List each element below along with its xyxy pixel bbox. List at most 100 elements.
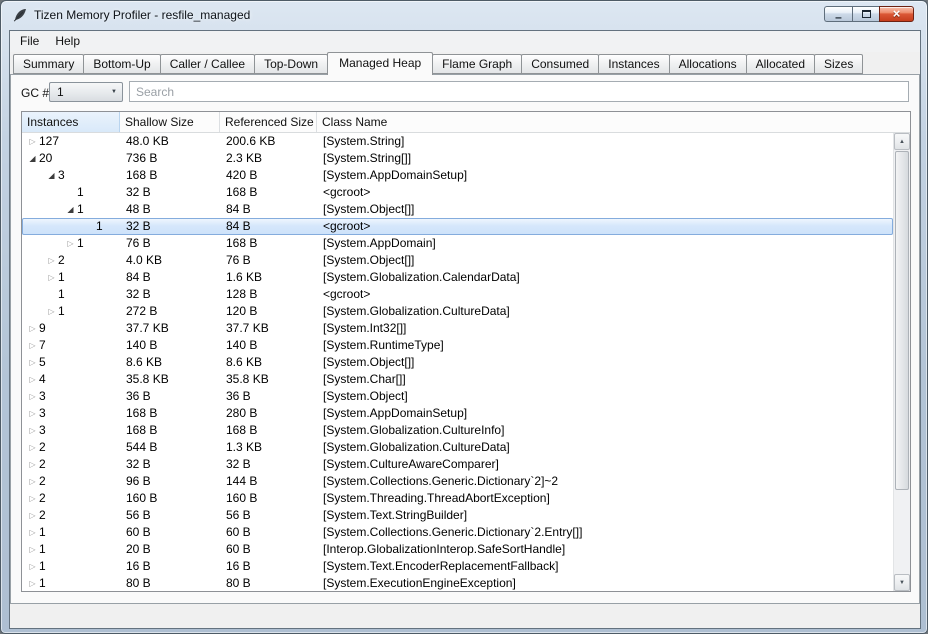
table-row[interactable]: ▷296 B144 B[System.Collections.Generic.D… [22, 473, 893, 490]
table-row[interactable]: ▷7140 B140 B[System.RuntimeType] [22, 337, 893, 354]
tab-flame-graph[interactable]: Flame Graph [432, 54, 522, 74]
menu-item-file[interactable]: File [12, 32, 47, 51]
referenced-size-cell: 32 B [220, 456, 317, 473]
instances-count: 1 [39, 558, 46, 575]
expander-expanded-icon[interactable]: ◢ [64, 201, 77, 218]
table-row[interactable]: ▷937.7 KB37.7 KB[System.Int32[]] [22, 320, 893, 337]
vertical-scrollbar[interactable]: ▲ ▼ [893, 133, 910, 591]
chevron-down-icon: ▼ [106, 89, 122, 95]
titlebar[interactable]: Tizen Memory Profiler - resfile_managed … [1, 1, 927, 30]
expander-collapsed-icon[interactable]: ▷ [26, 337, 39, 354]
gc-combobox[interactable]: 1 ▼ [49, 82, 123, 102]
instances-cell: ▷1 [22, 524, 120, 541]
expander-collapsed-icon[interactable]: ▷ [26, 388, 39, 405]
expander-collapsed-icon[interactable]: ▷ [26, 133, 39, 150]
scrollbar-track[interactable] [894, 150, 910, 574]
table-row[interactable]: ▷3168 B168 B[System.Globalization.Cultur… [22, 422, 893, 439]
search-input[interactable] [129, 81, 909, 102]
tab-managed-heap[interactable]: Managed Heap [327, 52, 433, 75]
table-row[interactable]: ◢20736 B2.3 KB[System.String[]] [22, 150, 893, 167]
table-row[interactable]: ▷184 B1.6 KB[System.Globalization.Calend… [22, 269, 893, 286]
table-row[interactable]: ▷12748.0 KB200.6 KB[System.String] [22, 133, 893, 150]
tab-allocated[interactable]: Allocated [746, 54, 815, 74]
expander-collapsed-icon[interactable]: ▷ [26, 439, 39, 456]
maximize-button[interactable] [852, 6, 879, 22]
scroll-up-button[interactable]: ▲ [894, 133, 910, 150]
table-row[interactable]: 132 B84 B<gcroot> [22, 218, 893, 235]
table-row[interactable]: ▷256 B56 B[System.Text.StringBuilder] [22, 507, 893, 524]
referenced-size-cell: 56 B [220, 507, 317, 524]
table-row[interactable]: ▷3168 B280 B[System.AppDomainSetup] [22, 405, 893, 422]
close-button[interactable]: × [879, 6, 914, 22]
table-row[interactable]: ▷232 B32 B[System.CultureAwareComparer] [22, 456, 893, 473]
expander-expanded-icon[interactable]: ◢ [45, 167, 58, 184]
shallow-size-cell: 140 B [120, 337, 220, 354]
class-name-cell: [System.Char[]] [317, 371, 893, 388]
table-row[interactable]: ▷2544 B1.3 KB[System.Globalization.Cultu… [22, 439, 893, 456]
expander-collapsed-icon[interactable]: ▷ [26, 320, 39, 337]
table-row[interactable]: ▷58.6 KB8.6 KB[System.Object[]] [22, 354, 893, 371]
table-row[interactable]: ▷116 B16 B[System.Text.EncoderReplacemen… [22, 558, 893, 575]
referenced-size-cell: 84 B [220, 201, 317, 218]
instances-cell: ▷7 [22, 337, 120, 354]
tab-consumed[interactable]: Consumed [521, 54, 599, 74]
scrollbar-thumb[interactable] [895, 151, 909, 490]
table-header: Instances Shallow Size Referenced Size C… [22, 112, 910, 133]
shallow-size-cell: 35.8 KB [120, 371, 220, 388]
table-row[interactable]: ◢148 B84 B[System.Object[]] [22, 201, 893, 218]
shallow-size-cell: 8.6 KB [120, 354, 220, 371]
expander-collapsed-icon[interactable]: ▷ [26, 490, 39, 507]
table-row[interactable]: ▷435.8 KB35.8 KB[System.Char[]] [22, 371, 893, 388]
expander-collapsed-icon[interactable]: ▷ [45, 252, 58, 269]
table-row[interactable]: ▷2160 B160 B[System.Threading.ThreadAbor… [22, 490, 893, 507]
expander-collapsed-icon[interactable]: ▷ [64, 235, 77, 252]
table-row[interactable]: 132 B168 B<gcroot> [22, 184, 893, 201]
table-row[interactable]: ▷1272 B120 B[System.Globalization.Cultur… [22, 303, 893, 320]
tab-top-down[interactable]: Top-Down [254, 54, 328, 74]
tab-bottom-up[interactable]: Bottom-Up [83, 54, 160, 74]
expander-collapsed-icon[interactable]: ▷ [26, 422, 39, 439]
table-row[interactable]: 132 B128 B<gcroot> [22, 286, 893, 303]
class-name-cell: [System.Collections.Generic.Dictionary`2… [317, 473, 893, 490]
referenced-size-cell: 168 B [220, 184, 317, 201]
instances-cell: ◢20 [22, 150, 120, 167]
table-row[interactable]: ▷336 B36 B[System.Object] [22, 388, 893, 405]
expander-collapsed-icon[interactable]: ▷ [26, 371, 39, 388]
column-header-instances[interactable]: Instances [22, 112, 120, 132]
table-row[interactable]: ◢3168 B420 B[System.AppDomainSetup] [22, 167, 893, 184]
table-row[interactable]: ▷176 B168 B[System.AppDomain] [22, 235, 893, 252]
table-row[interactable]: ▷120 B60 B[Interop.GlobalizationInterop.… [22, 541, 893, 558]
referenced-size-cell: 128 B [220, 286, 317, 303]
column-header-shallow-size[interactable]: Shallow Size [120, 112, 220, 132]
scroll-down-button[interactable]: ▼ [894, 574, 910, 591]
tab-sizes[interactable]: Sizes [814, 54, 863, 74]
menu-item-help[interactable]: Help [47, 32, 88, 51]
minimize-button[interactable]: – [824, 6, 852, 22]
expander-collapsed-icon[interactable]: ▷ [45, 269, 58, 286]
expander-collapsed-icon[interactable]: ▷ [26, 541, 39, 558]
expander-expanded-icon[interactable]: ◢ [26, 150, 39, 167]
expander-collapsed-icon[interactable]: ▷ [26, 354, 39, 371]
table-row[interactable]: ▷24.0 KB76 B[System.Object[]] [22, 252, 893, 269]
instances-cell: ▷2 [22, 439, 120, 456]
expander-collapsed-icon[interactable]: ▷ [26, 456, 39, 473]
expander-collapsed-icon[interactable]: ▷ [45, 303, 58, 320]
table-row[interactable]: ▷160 B60 B[System.Collections.Generic.Di… [22, 524, 893, 541]
table-row[interactable]: ▷180 B80 B[System.ExecutionEngineExcepti… [22, 575, 893, 591]
tab-caller-callee[interactable]: Caller / Callee [160, 54, 255, 74]
expander-collapsed-icon[interactable]: ▷ [26, 473, 39, 490]
expander-collapsed-icon[interactable]: ▷ [26, 524, 39, 541]
instances-count: 2 [58, 252, 65, 269]
tab-allocations[interactable]: Allocations [669, 54, 747, 74]
instances-count: 1 [77, 201, 84, 218]
expander-collapsed-icon[interactable]: ▷ [26, 405, 39, 422]
column-header-referenced-size[interactable]: Referenced Size [220, 112, 317, 132]
tab-instances[interactable]: Instances [598, 54, 669, 74]
tab-summary[interactable]: Summary [13, 54, 84, 74]
class-name-cell: [Interop.GlobalizationInterop.SafeSortHa… [317, 541, 893, 558]
shallow-size-cell: 4.0 KB [120, 252, 220, 269]
expander-collapsed-icon[interactable]: ▷ [26, 558, 39, 575]
expander-collapsed-icon[interactable]: ▷ [26, 507, 39, 524]
expander-collapsed-icon[interactable]: ▷ [26, 575, 39, 591]
column-header-class-name[interactable]: Class Name [317, 112, 910, 132]
